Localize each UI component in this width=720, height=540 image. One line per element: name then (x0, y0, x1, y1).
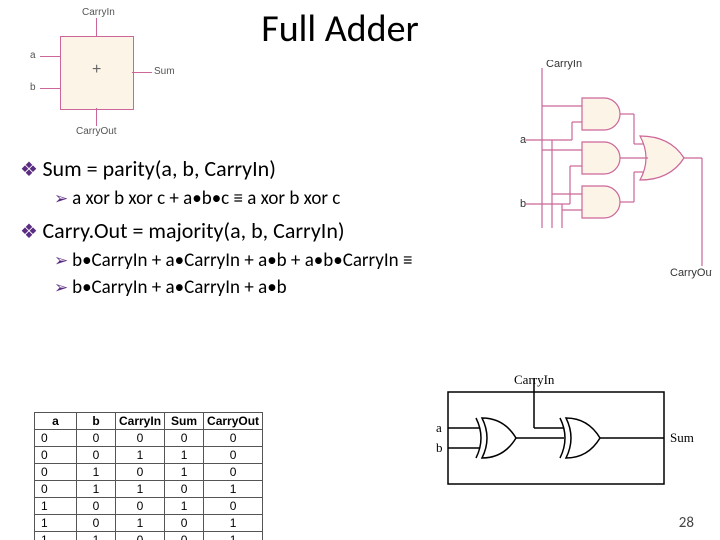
cell: 0 (116, 498, 165, 515)
cell: 1 (35, 498, 77, 515)
cell: 0 (35, 430, 77, 447)
label-sum: Sum (154, 66, 175, 77)
label-carryin: CarryIn (82, 7, 115, 18)
bullet-sum-expr: a xor b xor c + a•b•c ≡ a xor b xor c (54, 186, 520, 212)
label-carryout: CarryOut (670, 267, 712, 279)
table-row: 10101 (35, 515, 263, 532)
cell: 0 (165, 430, 204, 447)
th: b (77, 413, 116, 430)
cell: 0 (77, 447, 116, 464)
cell: 0 (116, 430, 165, 447)
bullet-sum: Sum = parity(a, b, CarryIn) (20, 154, 520, 184)
label-b: b (436, 440, 443, 456)
table-row: 10010 (35, 498, 263, 515)
th: a (35, 413, 77, 430)
cell: 1 (116, 481, 165, 498)
cell: 0 (204, 498, 263, 515)
cell: 1 (204, 515, 263, 532)
wire (40, 56, 60, 57)
page-number: 28 (679, 514, 694, 532)
cell: 0 (165, 515, 204, 532)
cell: 0 (35, 447, 77, 464)
cell: 1 (204, 481, 263, 498)
slide: Full Adder + CarryIn a b Sum CarryOut Su… (0, 0, 720, 540)
cell: 0 (204, 447, 263, 464)
cell: 0 (165, 481, 204, 498)
cell: 0 (116, 532, 165, 540)
gate-diagram: CarryIn a b CarryOut (520, 60, 712, 292)
wire (40, 88, 60, 89)
label-b: b (30, 82, 36, 93)
cell: 1 (204, 532, 263, 540)
bullet-list: Sum = parity(a, b, CarryIn) a xor b xor … (20, 150, 520, 303)
cell: 1 (35, 532, 77, 540)
th: CarryOut (204, 413, 263, 430)
label-carryout: CarryOut (76, 126, 117, 137)
cell: 0 (35, 481, 77, 498)
th: Sum (165, 413, 204, 430)
cell: 0 (165, 532, 204, 540)
cell: 0 (116, 464, 165, 481)
cell: 1 (116, 447, 165, 464)
cell: 0 (35, 464, 77, 481)
cell: 0 (77, 515, 116, 532)
wire (96, 108, 97, 126)
table-row: 01010 (35, 464, 263, 481)
wire (96, 18, 97, 36)
table-header-row: a b CarryIn Sum CarryOut (35, 413, 263, 430)
label-carryin: CarryIn (514, 372, 554, 388)
cell: 0 (204, 464, 263, 481)
cell: 0 (204, 430, 263, 447)
cell: 1 (165, 464, 204, 481)
label-a: a (30, 50, 36, 61)
table-row: 00110 (35, 447, 263, 464)
cell: 1 (77, 464, 116, 481)
bullet-cout-expr1: b•CarryIn + a•CarryIn + a•b + a•b•CarryI… (54, 248, 520, 274)
plus-icon: + (92, 61, 101, 79)
bullet-cout: Carry.Out = majority(a, b, CarryIn) (20, 216, 520, 246)
bullet-cout-expr2: b•CarryIn + a•CarryIn + a•b (54, 275, 520, 301)
table-row: 11001 (35, 532, 263, 540)
table-row: 01101 (35, 481, 263, 498)
label-carryin: CarryIn (546, 60, 582, 70)
label-a: a (436, 420, 442, 436)
label-b: b (520, 198, 526, 210)
cell: 1 (35, 515, 77, 532)
cell: 0 (77, 498, 116, 515)
wire (132, 72, 152, 73)
cell: 1 (77, 481, 116, 498)
truth-table: a b CarryIn Sum CarryOut 000000011001010… (34, 412, 263, 540)
table-row: 00000 (35, 430, 263, 447)
cell: 1 (165, 447, 204, 464)
cell: 1 (77, 532, 116, 540)
page-title: Full Adder (180, 6, 500, 52)
th: CarryIn (116, 413, 165, 430)
adder-block-symbol: + CarryIn a b Sum CarryOut (20, 8, 180, 138)
cell: 1 (165, 498, 204, 515)
xor-sum-diagram: CarryIn a b Sum (418, 370, 678, 500)
cell: 0 (77, 430, 116, 447)
label-a: a (520, 134, 527, 146)
cell: 1 (116, 515, 165, 532)
label-sum: Sum (670, 430, 694, 446)
